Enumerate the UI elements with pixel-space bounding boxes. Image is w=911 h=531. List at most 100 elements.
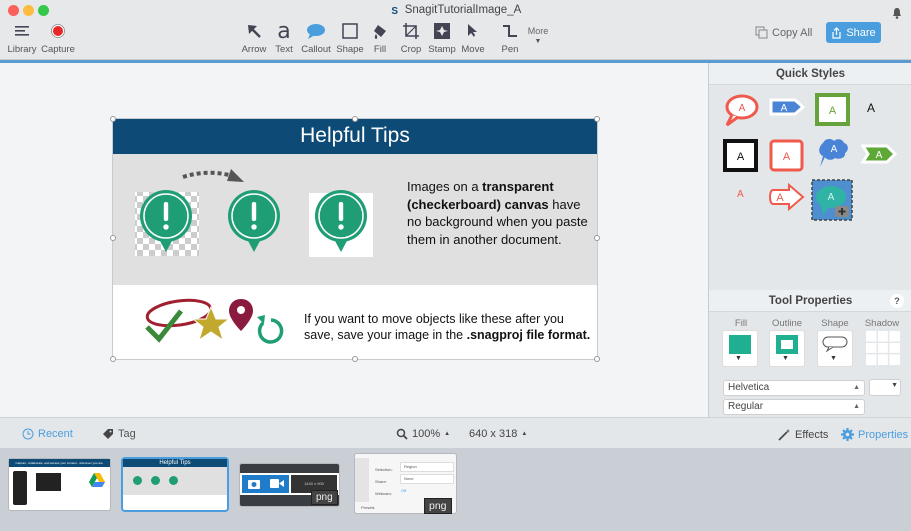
drive-icon (89, 473, 105, 487)
outline-color-picker[interactable]: ▼ (770, 331, 804, 366)
chevron-down-icon: ▼ (830, 355, 837, 362)
tool-label: Move (461, 44, 485, 55)
capture-tray: Capture, collaborate, and access your co… (0, 448, 911, 531)
svg-text:A: A (776, 192, 784, 204)
chevron-down-icon: ▼ (735, 355, 742, 362)
resize-handle[interactable] (352, 356, 358, 362)
tool-label: More (527, 26, 549, 36)
library-button[interactable]: Library (4, 20, 40, 55)
png-badge: png (311, 490, 338, 505)
tag-button[interactable]: Tag (102, 428, 136, 440)
notification-bell-icon[interactable] (892, 6, 902, 19)
quick-style-teal-callout-selected[interactable]: A (811, 179, 853, 221)
dotted-arrow (182, 170, 234, 179)
shadow-label: Shadow (864, 318, 900, 329)
tray-thumbnail[interactable]: 1440 x 900 png (240, 464, 339, 506)
library-label: Library (7, 44, 37, 55)
shadow-picker[interactable] (866, 331, 900, 366)
quick-style-plain-red[interactable]: A (737, 189, 744, 200)
font-family-select[interactable]: Helvetica ▲ (724, 381, 864, 395)
style-letter: A (867, 101, 876, 115)
fill-label: Fill (734, 318, 748, 329)
shape-label: Shape (821, 318, 849, 329)
resize-handle[interactable] (110, 235, 116, 241)
style-letter: A (737, 189, 744, 200)
zoom-control[interactable]: 100% ▲ (396, 428, 450, 440)
stepper-icon: ▲ (853, 384, 860, 391)
dimensions-value: 640 x 318 (469, 428, 518, 440)
quick-style-blue-arrow[interactable]: A (769, 95, 805, 119)
resize-handle[interactable] (110, 356, 116, 362)
height-value: 900 (317, 481, 324, 486)
resize-handle[interactable] (594, 116, 600, 122)
svg-text:A: A (831, 144, 838, 155)
properties-button[interactable]: Properties (841, 428, 908, 441)
png-badge: png (424, 498, 452, 514)
share-icon (832, 26, 841, 39)
quick-style-red-box[interactable]: A (769, 139, 805, 172)
quick-style-black-box[interactable]: A (723, 139, 759, 172)
capture-button[interactable]: Capture (40, 20, 76, 55)
svg-text:A: A (737, 151, 745, 163)
quick-style-green-tag[interactable]: A (861, 141, 897, 167)
chevron-down-icon: ▲ (521, 431, 528, 437)
resize-handle[interactable] (352, 116, 358, 122)
tool-properties-header: Tool Properties ? (709, 290, 911, 312)
tray-thumbnail-selected[interactable]: Helpful Tips (123, 459, 227, 510)
quick-style-green-box[interactable]: A (815, 93, 851, 126)
record-icon (40, 20, 76, 42)
gear-icon (841, 428, 854, 441)
svg-text:A: A (781, 103, 788, 114)
width-value: 1440 (304, 481, 313, 486)
pin-illustrations (135, 169, 373, 257)
recent-label: Recent (38, 428, 73, 440)
text-color-picker[interactable]: ▼ (870, 380, 900, 395)
image-header: Helpful Tips (113, 119, 597, 154)
capture-label: Capture (41, 44, 75, 55)
svg-text:A: A (828, 192, 835, 203)
tool-callout[interactable]: Callout (298, 20, 334, 55)
svg-text:A: A (876, 150, 883, 161)
copy-all-button[interactable]: Copy All (755, 26, 812, 39)
gold-star (191, 305, 231, 342)
copy-all-label: Copy All (772, 26, 813, 39)
tag-label: Tag (118, 428, 136, 440)
quick-style-blue-cloud[interactable]: A (815, 137, 851, 173)
resize-handle[interactable] (594, 356, 600, 362)
image-text-2: If you want to move objects like these a… (304, 311, 597, 343)
thumb-select: Region (401, 463, 453, 471)
tool-label: Text (275, 44, 293, 55)
help-button[interactable]: ? (890, 294, 904, 308)
canvas-image[interactable]: Helpful Tips Images on a transparent (ch… (113, 119, 597, 359)
tool-more[interactable]: More ▼ (520, 24, 556, 45)
tool-move[interactable]: Move (455, 20, 491, 55)
move-icon (455, 20, 491, 42)
fill-color-picker[interactable]: ▼ (723, 331, 757, 366)
right-panel: Quick Styles A A A A A A A A A A A Tool … (708, 63, 911, 417)
recent-button[interactable]: Recent (22, 428, 73, 440)
map-pin-dot (237, 306, 245, 314)
tool-text[interactable]: a Text (266, 19, 302, 56)
font-style-select[interactable]: Regular ▲ (724, 400, 864, 414)
shape-picker[interactable]: ▼ (818, 331, 852, 366)
resize-handle[interactable] (110, 116, 116, 122)
thumb-row-label: Webcam: (375, 491, 392, 496)
tool-label: Pen (501, 44, 519, 55)
share-button[interactable]: Share (826, 22, 881, 43)
tray-thumbnail[interactable]: Selection: Share: Webcam: Region None Of… (355, 454, 456, 514)
quick-style-plain-black[interactable]: A (867, 101, 875, 115)
clock-icon (22, 428, 34, 440)
svg-text:A: A (739, 103, 746, 114)
quick-style-red-outline-arrow[interactable]: A (769, 183, 807, 211)
thumb-row-label: Selection: (375, 467, 393, 472)
resize-handle[interactable] (594, 235, 600, 241)
effects-button[interactable]: Effects (778, 428, 828, 441)
text-part: Images on a (407, 179, 483, 194)
dimensions-control[interactable]: 640 x 318 ▲ (469, 428, 527, 440)
thumb-title: Helpful Tips (123, 459, 227, 467)
magnifier-icon (396, 428, 408, 440)
svg-text:A: A (783, 151, 791, 163)
chevron-down-icon: ▼ (891, 382, 898, 389)
tray-thumbnail[interactable]: Capture, collaborate, and access your co… (9, 459, 110, 510)
quick-style-red-callout[interactable]: A (723, 93, 759, 127)
